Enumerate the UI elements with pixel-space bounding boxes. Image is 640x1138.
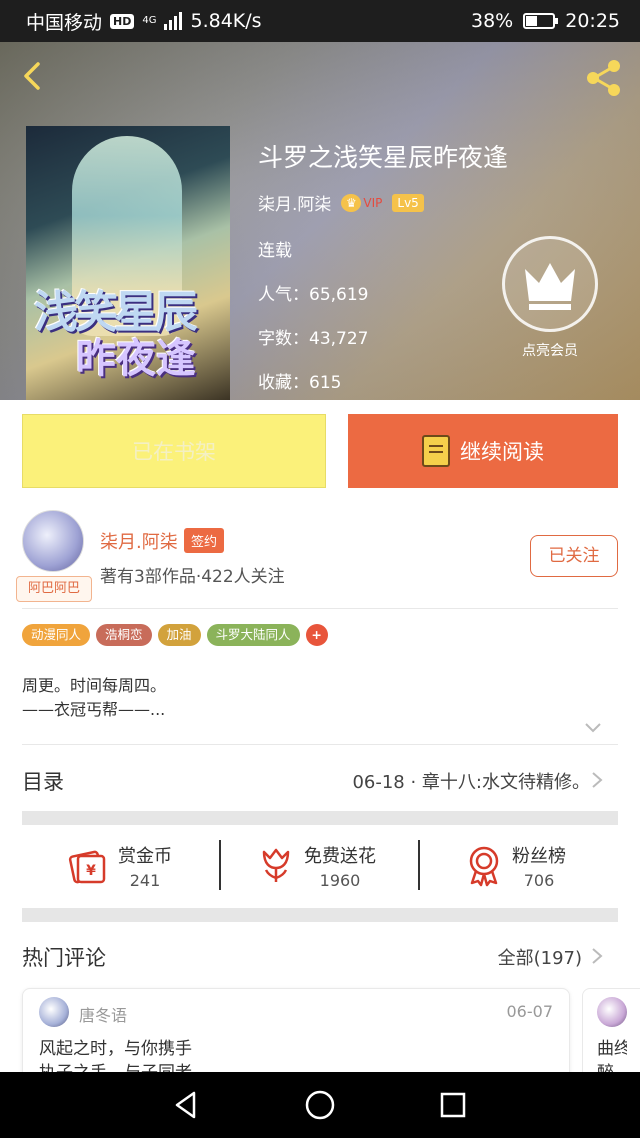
serial-status: 连载 xyxy=(258,241,292,261)
author-row: 柒月.阿柒 ♛ VIP Lv5 xyxy=(258,190,424,215)
crown-icon: ♛ xyxy=(341,193,362,212)
commenter-avatar[interactable] xyxy=(597,997,627,1027)
stat-value: 1960 xyxy=(319,871,361,890)
description-line: ——衣冠丐帮——... xyxy=(22,700,166,719)
popularity: 人气：65,619 xyxy=(258,285,369,305)
comment-line: 执子之手，与子同老 xyxy=(39,1061,192,1072)
tag-chip[interactable]: 动漫同人 xyxy=(22,624,91,646)
tag-list: 动漫同人 浩桐恋 加油 斗罗大陆同人 + xyxy=(22,624,328,646)
system-nav-bar xyxy=(0,1072,640,1138)
share-icon xyxy=(587,60,620,96)
level-badge: Lv5 xyxy=(392,193,424,212)
stat-divider xyxy=(219,840,221,890)
expand-description-button[interactable] xyxy=(583,718,603,738)
chevron-down-icon xyxy=(585,723,601,733)
stat-divider xyxy=(418,840,420,890)
triangle-back-icon xyxy=(175,1091,195,1119)
reward-coins-button[interactable]: ¥ 赏金币 241 xyxy=(68,840,172,892)
commenter-avatar[interactable] xyxy=(39,997,69,1027)
square-recents-icon xyxy=(441,1092,466,1118)
share-button[interactable] xyxy=(582,56,626,100)
book-title: 斗罗之浅笑星辰昨夜逢 xyxy=(258,143,509,172)
red-envelope-icon: ¥ xyxy=(68,850,106,884)
toc-open-button[interactable] xyxy=(590,770,604,790)
author-name[interactable]: 柒月.阿柒 xyxy=(258,190,331,215)
flower-icon xyxy=(262,848,290,882)
stat-label: 赏金币 xyxy=(118,846,172,867)
divider xyxy=(22,608,618,609)
battery-icon xyxy=(523,13,559,29)
fan-ranking-button[interactable]: 粉丝榜 706 xyxy=(466,840,566,892)
all-comments-link[interactable]: 全部(197) xyxy=(498,944,582,970)
comment-line: 曲终 xyxy=(597,1039,627,1059)
nav-back-button[interactable] xyxy=(167,1085,207,1125)
member-button[interactable] xyxy=(502,236,598,332)
chevron-right-icon xyxy=(592,948,603,964)
signed-badge: 签约 xyxy=(184,528,225,553)
stat-value: 706 xyxy=(523,871,555,890)
vip-badge: ♛ VIP xyxy=(341,193,383,212)
author-card-name[interactable]: 柒月.阿柒 xyxy=(100,528,178,554)
book-detail-content: 已在书架 继续阅读 阿巴阿巴 柒月.阿柒 签约 著有3部作品·422人关注 已关… xyxy=(0,400,640,1072)
chevron-right-icon xyxy=(592,772,603,788)
stat-label: 免费送花 xyxy=(304,846,376,867)
chevron-left-icon xyxy=(24,62,40,90)
comment-date: 06-07 xyxy=(506,1002,554,1021)
hot-comments-title: 热门评论 xyxy=(22,946,106,970)
tag-chip[interactable]: 加油 xyxy=(157,624,201,646)
toc-title[interactable]: 目录 xyxy=(22,766,64,796)
circle-home-icon xyxy=(305,1090,335,1120)
vip-label: VIP xyxy=(363,195,383,210)
medal-icon xyxy=(469,846,499,887)
follow-button[interactable]: 已关注 xyxy=(530,535,618,577)
stat-value: 241 xyxy=(129,871,161,890)
book-header: 浅笑星辰 昨夜逢 斗罗之浅笑星辰昨夜逢 柒月.阿柒 ♛ VIP Lv5 连载 人… xyxy=(0,42,640,400)
nav-recents-button[interactable] xyxy=(433,1085,473,1125)
member-label: 点亮会员 xyxy=(522,343,578,359)
divider xyxy=(22,744,618,745)
continue-reading-label: 继续阅读 xyxy=(460,440,544,464)
all-comments-arrow[interactable] xyxy=(590,946,604,966)
svg-text:¥: ¥ xyxy=(86,863,96,879)
cover-title-line2: 昨夜逢 xyxy=(76,336,196,382)
author-works-summary: 著有3部作品·422人关注 xyxy=(100,567,285,587)
battery-percent: 38% xyxy=(471,10,514,32)
latest-chapter[interactable]: 06-18 · 章十八:水文待精修。 xyxy=(352,768,590,794)
word-count: 字数：43,727 xyxy=(258,329,369,349)
comment-text: 曲终 醉 xyxy=(597,1037,627,1072)
section-separator xyxy=(22,908,618,922)
description-line: 周更。时间每周四。 xyxy=(22,676,167,695)
network-type: 4G xyxy=(142,15,157,26)
nav-home-button[interactable] xyxy=(300,1085,340,1125)
commenter-name[interactable]: 唐冬语 xyxy=(79,1002,127,1026)
book-icon xyxy=(422,435,450,467)
tag-chip[interactable]: 浩桐恋 xyxy=(96,624,152,646)
add-tag-button[interactable]: + xyxy=(305,624,328,646)
tag-chip[interactable]: 斗罗大陆同人 xyxy=(206,624,300,646)
comment-card[interactable]: 唐冬语 06-07 风起之时，与你携手 执子之手，与子同老 xyxy=(22,988,570,1072)
hd-badge: HD xyxy=(110,13,135,29)
comment-card[interactable]: 曲终 醉 xyxy=(582,988,640,1072)
back-button[interactable] xyxy=(14,56,54,96)
section-separator xyxy=(22,811,618,825)
send-flower-button[interactable]: 免费送花 1960 xyxy=(258,840,376,892)
favorites-count: 收藏：615 xyxy=(258,373,342,393)
signal-icon xyxy=(164,12,183,30)
continue-reading-button[interactable]: 继续阅读 xyxy=(348,414,618,488)
comment-line: 风起之时，与你携手 xyxy=(39,1039,192,1059)
avatar-tag: 阿巴阿巴 xyxy=(16,576,92,602)
book-cover[interactable]: 浅笑星辰 昨夜逢 xyxy=(26,126,230,400)
status-bar: 中国移动 HD 4G 5.84K/s 38% 20:25 xyxy=(0,0,640,42)
stat-label: 粉丝榜 xyxy=(512,846,566,867)
comment-text: 风起之时，与你携手 执子之手，与子同老 xyxy=(39,1037,192,1072)
carrier-text: 中国移动 xyxy=(26,11,103,34)
network-speed: 5.84K/s xyxy=(190,10,262,32)
comment-line: 醉 xyxy=(597,1061,627,1072)
author-avatar[interactable] xyxy=(22,510,84,572)
in-bookshelf-button[interactable]: 已在书架 xyxy=(22,414,326,488)
crown-icon xyxy=(525,263,575,310)
clock: 20:25 xyxy=(565,10,620,32)
